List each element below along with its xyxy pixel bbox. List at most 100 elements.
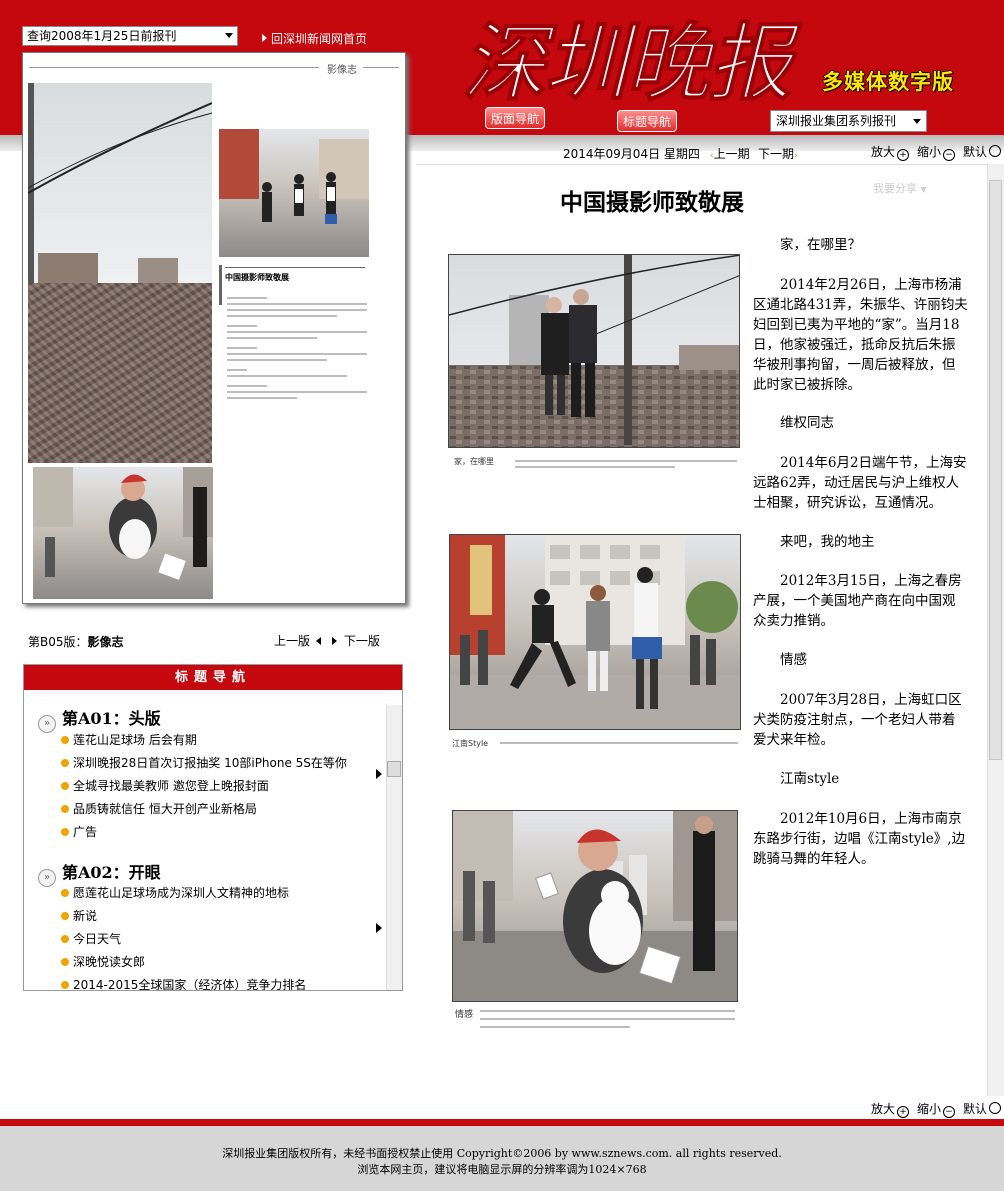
nav-article-label: 广告 <box>73 825 98 839</box>
nav-article[interactable]: 莲花山足球场 后会有期 <box>61 731 197 748</box>
expand-arrow-icon[interactable] <box>376 769 382 779</box>
zoom-default-button[interactable]: 默认 <box>963 143 1002 160</box>
article-photo-dancers <box>449 534 741 730</box>
article-title: 中国摄影师致敬展 <box>560 189 744 216</box>
bullet-icon <box>61 759 69 767</box>
page-number: 第B05版： <box>28 635 88 649</box>
newspaper-logo: 深圳晚报 <box>461 12 803 110</box>
article-photo-home <box>448 254 740 448</box>
share-button[interactable]: 我要分享 ▼ <box>873 180 927 196</box>
next-issue-link[interactable]: 下一期› <box>758 145 798 162</box>
nav-article-label: 深圳晚报28日首次订报抽奖 10部iPhone 5S在等你 <box>73 756 347 770</box>
title-nav-scrollbar[interactable] <box>386 705 402 990</box>
prev-page-link[interactable]: 上一版 <box>274 632 321 649</box>
bullet-icon <box>61 736 69 744</box>
bullet-icon <box>61 889 69 897</box>
nav-article-label: 品质铸就信任 恒大开创产业新格局 <box>73 802 257 816</box>
zoom-default-button[interactable]: 默认 <box>963 1100 1002 1117</box>
nav-article[interactable]: 今日天气 <box>61 930 121 947</box>
thumb-photo-rubble <box>28 283 212 461</box>
scrollbar-thumb[interactable] <box>989 180 1002 760</box>
title-nav-button[interactable]: 标题导航 <box>617 110 677 132</box>
circle-icon <box>989 1102 1002 1114</box>
home-link-label: 回深圳新闻网首页 <box>271 32 368 46</box>
nav-article[interactable]: 广告 <box>61 823 97 840</box>
home-link[interactable]: 回深圳新闻网首页 <box>262 30 367 47</box>
nav-article[interactable]: 深晚悦读女郎 <box>61 953 145 970</box>
plus-icon: + <box>897 1106 910 1118</box>
zoom-default-label: 默认 <box>963 1102 988 1116</box>
series-select[interactable]: 深圳报业集团系列报刊 <box>770 110 927 132</box>
caption-text-line <box>480 1010 735 1012</box>
series-select-value: 深圳报业集团系列报刊 <box>776 114 897 128</box>
zoom-out-label: 缩小 <box>917 145 942 159</box>
bullet-icon <box>61 828 69 836</box>
prev-page-label: 上一版 <box>274 634 311 648</box>
bullet-icon <box>61 958 69 966</box>
archive-date-select-value: 查询2008年1月25日前报刊 <box>27 29 177 43</box>
nav-article-label: 全城寻找最美教师 邀您登上晚报封面 <box>73 779 269 793</box>
thumb-inner-title: 中国摄影师致敬展 <box>225 267 365 283</box>
bullet-icon <box>61 805 69 813</box>
resolution-note: 浏览本网主页，建议将电脑显示屏的分辨率调为1024×768 <box>357 1163 647 1176</box>
section-heading[interactable]: » 第A01：头版 <box>38 705 161 733</box>
zoom-default-label: 默认 <box>963 145 988 159</box>
caption-text-line <box>515 460 737 462</box>
double-chevron-icon: » <box>38 869 56 887</box>
thumb-wires <box>28 83 212 283</box>
arrow-left-icon <box>315 637 321 645</box>
zoom-in-label: 放大 <box>871 145 896 159</box>
zoom-in-label: 放大 <box>871 1102 896 1116</box>
bullet-icon <box>61 935 69 943</box>
copyright-text: 深圳报业集团版权所有，未经书面授权禁止使用 Copyright©2006 by … <box>222 1147 782 1160</box>
chevron-down-icon: ▼ <box>920 185 927 194</box>
page-nav-button[interactable]: 版面导航 <box>485 107 545 129</box>
photo-caption: 情感 <box>455 1010 474 1020</box>
caption-text-line <box>480 1018 735 1020</box>
article-paragraph: 2014年6月2日端午节，上海安远路62弄，动迁居民与沪上维权人士相聚，研究诉讼… <box>753 455 967 511</box>
page-label: 第B05版：影像志 <box>28 633 124 650</box>
article-paragraph: 2012年10月6日，上海市南京东路步行街，边唱《江南style》,边跳骑马舞的… <box>753 811 966 867</box>
zoom-out-button[interactable]: 缩小 − <box>917 143 956 161</box>
nav-article[interactable]: 愿莲花山足球场成为深圳人文精神的地标 <box>61 884 289 901</box>
section-heading[interactable]: » 第A02：开眼 <box>38 859 161 887</box>
page-thumbnail[interactable]: 影像志 中国摄影师致敬展 <box>22 52 406 604</box>
article-photo-dog <box>452 810 738 1002</box>
nav-article-label: 深晚悦读女郎 <box>73 955 146 969</box>
issue-date: 2014年09月04日 星期四 <box>563 147 700 161</box>
divider <box>219 265 222 305</box>
chevron-down-icon <box>913 119 921 124</box>
scrollbar-thumb[interactable] <box>387 761 401 777</box>
double-chevron-icon: » <box>38 715 56 733</box>
nav-article[interactable]: 2014-2015全球国家（经济体）竞争力排名 <box>61 976 306 990</box>
divider <box>363 67 399 68</box>
photo-caption: 江南Style <box>452 739 489 748</box>
nav-article-label: 莲花山足球场 后会有期 <box>73 733 197 747</box>
footer-divider <box>0 1119 1004 1126</box>
nav-article[interactable]: 新说 <box>61 907 97 924</box>
zoom-in-button[interactable]: 放大 + <box>871 143 910 161</box>
zoom-in-button[interactable]: 放大 + <box>871 1100 910 1118</box>
minus-icon: − <box>943 149 956 161</box>
photo-caption: 家，在哪里 <box>454 457 494 466</box>
prev-issue-link[interactable]: ‹上一期 <box>710 145 750 162</box>
expand-arrow-icon[interactable] <box>376 923 382 933</box>
bullet-icon <box>61 912 69 920</box>
next-page-link[interactable]: 下一版 <box>332 632 380 649</box>
article-paragraph: 家，在哪里？ <box>780 237 861 253</box>
nav-article[interactable]: 品质铸就信任 恒大开创产业新格局 <box>61 800 257 817</box>
article-paragraph: 2012年3月15日，上海之春房产展，一个美国地产商在向中国观众卖力推销。 <box>753 573 962 629</box>
nav-article[interactable]: 全城寻找最美教师 邀您登上晚报封面 <box>61 777 269 794</box>
bullet-icon <box>61 981 69 989</box>
next-page-label: 下一版 <box>343 634 380 648</box>
minus-icon: − <box>943 1106 956 1118</box>
thumb-photo-dog <box>33 467 213 599</box>
article-paragraph: 江南style <box>780 771 840 787</box>
title-nav-header: 标题导航 <box>24 665 402 690</box>
zoom-out-label: 缩小 <box>917 1102 942 1116</box>
archive-date-select[interactable]: 查询2008年1月25日前报刊 <box>22 26 238 46</box>
zoom-out-button[interactable]: 缩小 − <box>917 1100 956 1118</box>
title-nav-panel: 标题导航 » 第A01：头版 莲花山足球场 后会有期 深圳晚报28日首次订报抽奖 … <box>23 664 403 991</box>
caption-text-line <box>515 466 675 468</box>
nav-article[interactable]: 深圳晚报28日首次订报抽奖 10部iPhone 5S在等你 <box>61 754 347 771</box>
